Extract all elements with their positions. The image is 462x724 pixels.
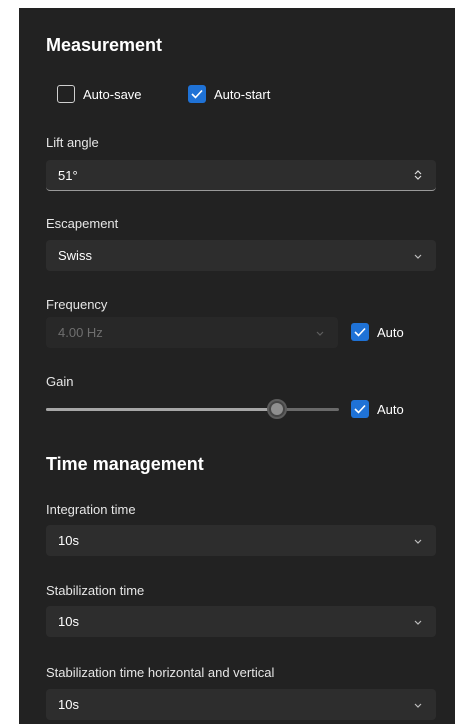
stabilization-hv-label: Stabilization time horizontal and vertic… — [46, 665, 275, 680]
stabilization-time-dropdown[interactable]: 10s — [46, 606, 436, 637]
measurement-section-title: Measurement — [46, 35, 163, 55]
chevron-down-icon — [412, 250, 424, 262]
gain-slider-thumb[interactable] — [267, 399, 288, 419]
frequency-label: Frequency — [46, 297, 108, 312]
stabilization-hv-dropdown[interactable]: 10s — [46, 689, 436, 720]
auto-start-label: Auto-start — [214, 86, 271, 102]
lift-angle-value: 51° — [58, 167, 78, 183]
integration-time-label: Integration time — [46, 502, 136, 517]
integration-time-value: 10s — [58, 533, 79, 548]
spin-updown-icon[interactable] — [412, 169, 424, 181]
gain-auto-checkbox[interactable]: Auto — [351, 400, 404, 418]
escapement-label: Escapement — [46, 216, 119, 231]
integration-time-dropdown[interactable]: 10s — [46, 525, 436, 556]
gain-slider[interactable] — [46, 397, 339, 421]
stabilization-time-label: Stabilization time — [46, 583, 145, 598]
lift-angle-label: Lift angle — [46, 135, 99, 150]
time-management-section-title: Time management — [46, 454, 204, 474]
escapement-value: Swiss — [58, 248, 92, 263]
chevron-down-icon — [412, 699, 424, 711]
auto-save-checkbox-box[interactable] — [57, 85, 75, 103]
frequency-value: 4.00 Hz — [58, 325, 103, 340]
auto-save-checkbox[interactable]: Auto-save — [57, 85, 142, 103]
frequency-auto-label: Auto — [377, 324, 404, 340]
escapement-dropdown[interactable]: Swiss — [46, 240, 436, 271]
settings-panel: Measurement Auto-save Auto-start Lift an… — [19, 8, 455, 724]
gain-label: Gain — [46, 374, 74, 389]
checkmark-icon — [354, 404, 366, 414]
chevron-down-icon — [412, 616, 424, 628]
gain-slider-fill — [46, 408, 278, 411]
chevron-down-icon — [314, 327, 326, 339]
auto-start-checkbox-box[interactable] — [188, 85, 206, 103]
stabilization-time-value: 10s — [58, 614, 79, 629]
checkmark-icon — [354, 327, 366, 337]
auto-save-label: Auto-save — [83, 86, 142, 102]
lift-angle-spinbox[interactable]: 51° — [46, 160, 436, 191]
gain-auto-label: Auto — [377, 401, 404, 417]
frequency-dropdown: 4.00 Hz — [46, 317, 338, 348]
frequency-auto-checkbox-box[interactable] — [351, 323, 369, 341]
auto-start-checkbox[interactable]: Auto-start — [188, 85, 270, 103]
stabilization-hv-value: 10s — [58, 697, 79, 712]
checkmark-icon — [191, 89, 203, 99]
frequency-auto-checkbox[interactable]: Auto — [351, 323, 404, 341]
chevron-down-icon — [412, 535, 424, 547]
gain-auto-checkbox-box[interactable] — [351, 400, 369, 418]
